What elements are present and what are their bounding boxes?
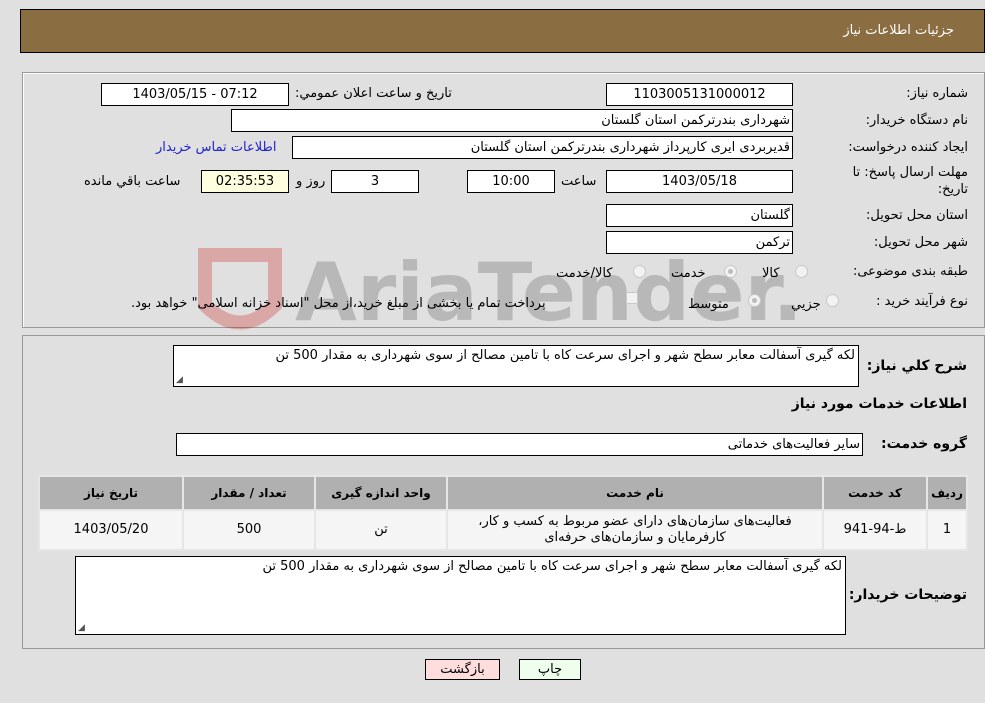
buyer-contact-link[interactable]: اطلاعات تماس خریدار	[156, 140, 276, 155]
buyer-notes-label: توضیحات خریدار:	[848, 587, 967, 603]
deadline-label-line2: تاريخ:	[937, 182, 968, 197]
category-radio-goods-service[interactable]	[633, 265, 646, 278]
requester-field: قدیربردی ایری کارپرداز شهرداری بندرترکمن…	[292, 136, 793, 159]
col-header-date: تاریخ نیاز	[38, 475, 184, 511]
purchase-radio-medium[interactable]	[748, 294, 761, 307]
delivery-city-label: شهر محل تحویل:	[873, 235, 968, 250]
col-header-unit: واحد اندازه گیری	[314, 475, 448, 511]
print-button[interactable]: چاپ	[519, 659, 581, 680]
cell-name-line2: کارفرمایان و سازمان‌های حرفه‌ای	[544, 530, 726, 545]
table-header-row: رديف کد خدمت نام خدمت واحد اندازه گیری ت…	[38, 475, 968, 511]
purchase-option-minor: جزيي	[791, 297, 821, 312]
cell-date: 1403/05/20	[38, 509, 184, 551]
cell-quantity: 500	[182, 509, 316, 551]
general-desc-label: شرح كلي نياز:	[866, 358, 967, 374]
remaining-days-field: 3	[331, 170, 419, 193]
service-group-field: سایر فعالیت‌های خدماتی	[176, 433, 863, 456]
category-label: طبقه بندی موضوعی:	[852, 264, 968, 279]
cell-code: ط-94-941	[822, 509, 928, 551]
need-number-label: شماره نیاز:	[906, 86, 968, 101]
category-radio-service[interactable]	[724, 265, 737, 278]
need-number-field: 1103005131000012	[606, 83, 793, 106]
buyer-org-label: نام دستگاه خريدار:	[865, 113, 968, 128]
buyer-notes-textarea[interactable]: لکه گیری آسفالت معابر سطح شهر و اجرای سر…	[75, 556, 846, 635]
deadline-date-field: 1403/05/18	[606, 170, 793, 193]
cell-index: 1	[926, 509, 968, 551]
col-header-index: رديف	[926, 475, 968, 511]
back-button[interactable]: بازگشت	[425, 659, 500, 680]
buyer-notes-text: لکه گیری آسفالت معابر سطح شهر و اجرای سر…	[262, 559, 842, 574]
purchase-radio-minor[interactable]	[826, 294, 839, 307]
resize-grip-icon[interactable]: ◢	[78, 623, 85, 633]
deadline-time-field: 10:00	[467, 170, 555, 193]
category-option-goods: کالا	[762, 266, 780, 281]
remaining-time-field: 02:35:53	[201, 170, 289, 193]
delivery-province-field: گلستان	[606, 204, 793, 227]
services-table: رديف کد خدمت نام خدمت واحد اندازه گیری ت…	[38, 475, 968, 551]
treasury-checkbox[interactable]	[626, 292, 638, 304]
cell-name-line1: فعالیت‌های سازمان‌های دارای عضو مربوط به…	[478, 514, 792, 529]
remaining-time-label: ساعت باقي مانده	[84, 174, 181, 189]
col-header-quantity: تعداد / مقدار	[182, 475, 316, 511]
delivery-city-field: ترکمن	[606, 231, 793, 254]
delivery-province-label: استان محل تحویل:	[866, 208, 968, 223]
deadline-label-line1: مهلت ارسال پاسخ: تا	[852, 165, 968, 180]
general-desc-textarea[interactable]: لکه گیری آسفالت معابر سطح شهر و اجرای سر…	[173, 345, 859, 387]
col-header-name: نام خدمت	[446, 475, 824, 511]
service-group-label: گروه خدمت:	[881, 436, 967, 452]
purchase-type-label: نوع فرآیند خرید :	[876, 294, 968, 309]
cell-unit: تن	[314, 509, 448, 551]
category-option-service: خدمت	[671, 266, 706, 281]
category-radio-goods[interactable]	[795, 265, 808, 278]
page-header: جزئیات اطلاعات نیاز	[20, 9, 985, 53]
deadline-time-label: ساعت	[561, 174, 597, 189]
page-title: جزئیات اطلاعات نیاز	[843, 23, 954, 38]
requester-label: ایجاد کننده درخواست:	[848, 140, 968, 155]
general-desc-text: لکه گیری آسفالت معابر سطح شهر و اجرای سر…	[275, 348, 855, 363]
days-label: روز و	[296, 174, 326, 189]
announce-datetime-field: 1403/05/15 - 07:12	[101, 83, 289, 106]
services-title: اطلاعات خدمات مورد نياز	[791, 396, 967, 412]
cell-name: فعالیت‌های سازمان‌های دارای عضو مربوط به…	[446, 509, 824, 551]
col-header-code: کد خدمت	[822, 475, 928, 511]
purchase-option-medium: متوسط	[688, 297, 729, 312]
announce-datetime-label: تاریخ و ساعت اعلان عمومي:	[295, 86, 452, 101]
category-option-goods-service: کالا/خدمت	[556, 266, 613, 281]
resize-grip-icon[interactable]: ◢	[176, 375, 183, 385]
treasury-note: پرداخت تمام یا بخشی از مبلغ خرید،از محل …	[131, 296, 546, 311]
table-row: 1 ط-94-941 فعالیت‌های سازمان‌های دارای ع…	[38, 509, 968, 551]
buyer-org-field: شهرداری بندرترکمن استان گلستان	[231, 109, 793, 132]
